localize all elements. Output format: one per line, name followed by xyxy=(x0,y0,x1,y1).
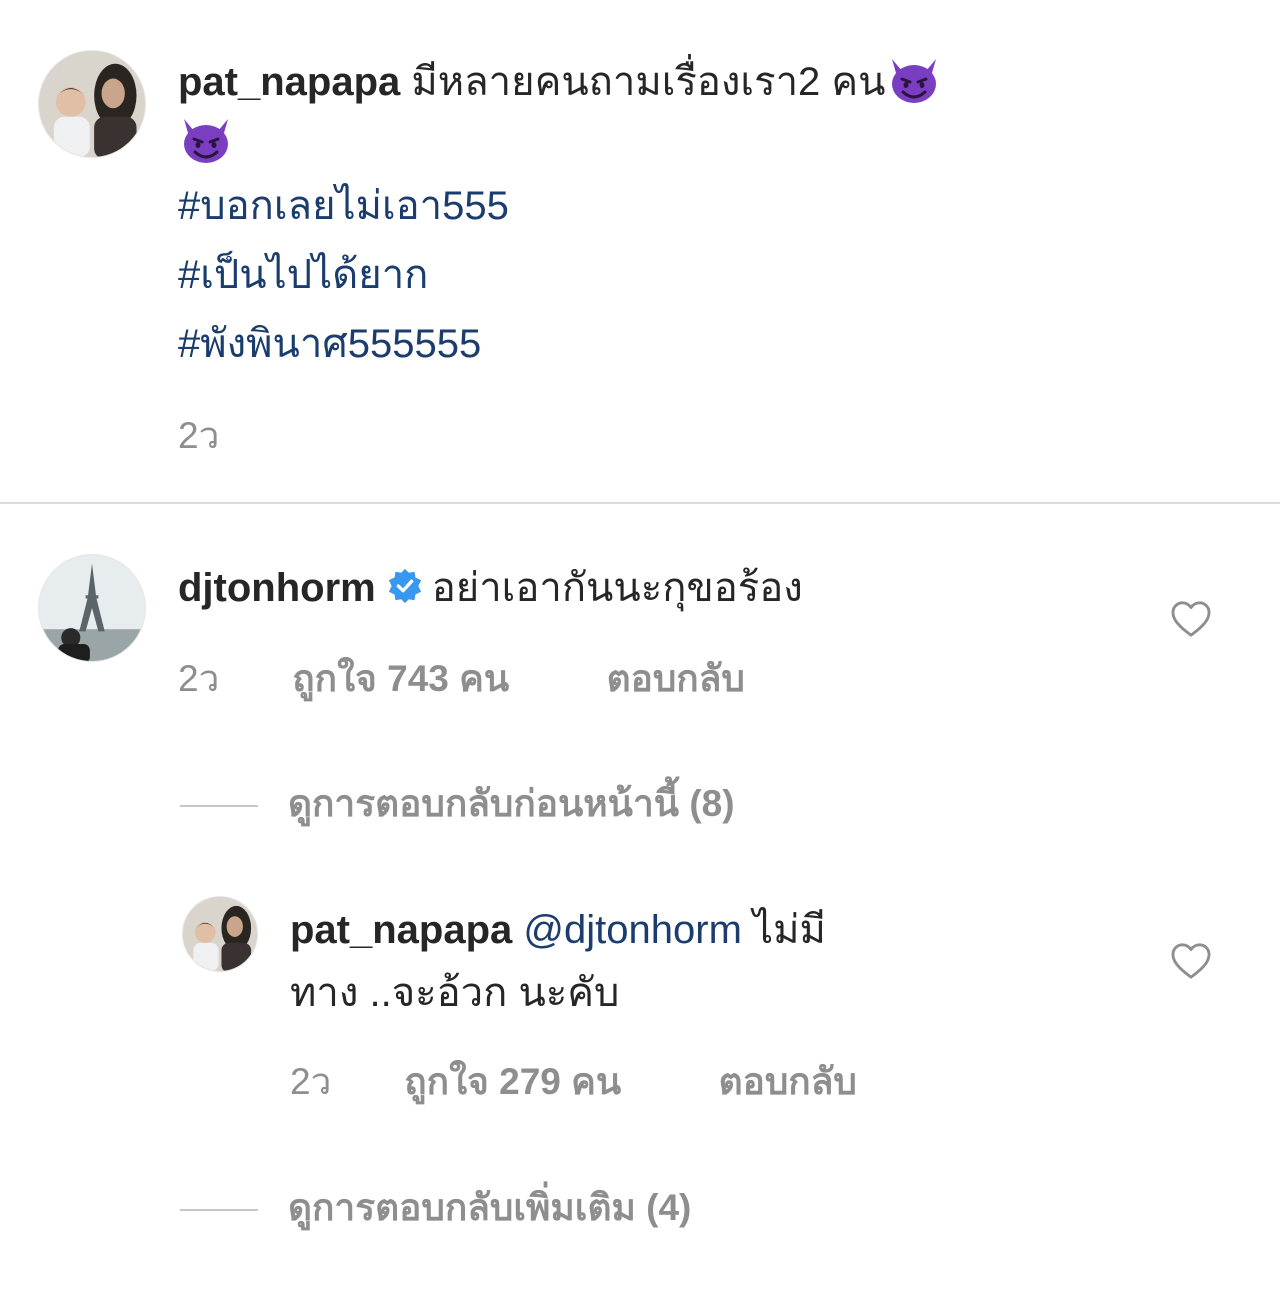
comment-meta-row: 2ว ถูกใจ 743 คน ตอบกลับ xyxy=(178,649,745,708)
avatar-photo-icon xyxy=(183,897,257,971)
reply-button[interactable]: ตอบกลับ xyxy=(719,1052,857,1111)
view-more-replies-label: ดูการตอบกลับเพิ่มเติม (4) xyxy=(288,1187,692,1228)
hashtag-link[interactable]: #บอกเลยไม่เอา555 xyxy=(178,172,1078,241)
hashtag-link[interactable]: #เป็นไปได้ยาก xyxy=(178,241,1078,310)
comment-body: djtonhorm อย่าเอากันนะกุขอร้อง xyxy=(178,557,803,619)
hashtag-link[interactable]: #พังพินาศ555555 xyxy=(178,310,1078,379)
comment-likes-count[interactable]: ถูกใจ 743 คน xyxy=(292,649,596,708)
reply-time[interactable]: 2ว xyxy=(290,1052,394,1111)
caption-emoji-line xyxy=(178,112,1078,172)
view-more-replies-button[interactable]: ดูการตอบกลับเพิ่มเติม (4) xyxy=(180,1178,691,1237)
caption-username[interactable]: pat_napapa xyxy=(178,60,400,104)
caption-author-avatar[interactable] xyxy=(38,50,146,158)
post-caption: pat_napapa มีหลายคนถามเรื่องเรา2 คน #บอก… xyxy=(178,52,1078,379)
like-heart-icon[interactable] xyxy=(1170,600,1212,638)
caption-timestamp: 2ว xyxy=(178,406,219,465)
comment-username[interactable]: djtonhorm xyxy=(178,566,376,610)
smiling-devil-emoji-icon xyxy=(886,55,942,105)
divider xyxy=(0,502,1280,504)
reply-body-line2: ทาง ..จะอ้วก นะคับ xyxy=(290,962,619,1024)
comment-text: อย่าเอากันนะกุขอร้อง xyxy=(431,566,803,610)
reply-meta-row: 2ว ถูกใจ 279 คน ตอบกลับ xyxy=(290,1052,857,1111)
divider-line xyxy=(180,1209,258,1212)
reply-likes-count[interactable]: ถูกใจ 279 คน xyxy=(404,1052,708,1111)
comment-author-avatar[interactable] xyxy=(38,554,146,662)
reply-mention-link[interactable]: @djtonhorm xyxy=(523,908,741,952)
caption-text: มีหลายคนถามเรื่องเรา2 คน xyxy=(411,60,886,104)
avatar-photo-icon xyxy=(39,51,145,157)
comment-time[interactable]: 2ว xyxy=(178,649,282,708)
reply-text-part1: ไม่มี xyxy=(753,908,826,952)
reply-username[interactable]: pat_napapa xyxy=(290,908,512,952)
avatar-photo-icon xyxy=(39,555,145,661)
view-previous-replies-button[interactable]: ดูการตอบกลับก่อนหน้านี้ (8) xyxy=(180,774,735,833)
comments-panel: pat_napapa มีหลายคนถามเรื่องเรา2 คน #บอก… xyxy=(0,0,1280,1291)
like-heart-icon[interactable] xyxy=(1170,942,1212,980)
verified-badge-icon xyxy=(386,567,424,605)
reply-button[interactable]: ตอบกลับ xyxy=(607,649,745,708)
reply-text-part2: ทาง ..จะอ้วก นะคับ xyxy=(290,971,620,1015)
caption-first-line: pat_napapa มีหลายคนถามเรื่องเรา2 คน xyxy=(178,52,1078,112)
caption-time[interactable]: 2ว xyxy=(178,406,219,465)
divider-line xyxy=(180,805,258,808)
reply-body-line1: pat_napapa @djtonhorm ไม่มี xyxy=(290,899,826,961)
view-previous-replies-label: ดูการตอบกลับก่อนหน้านี้ (8) xyxy=(288,783,735,824)
smiling-devil-emoji-icon xyxy=(178,115,234,165)
reply-author-avatar[interactable] xyxy=(182,896,258,972)
